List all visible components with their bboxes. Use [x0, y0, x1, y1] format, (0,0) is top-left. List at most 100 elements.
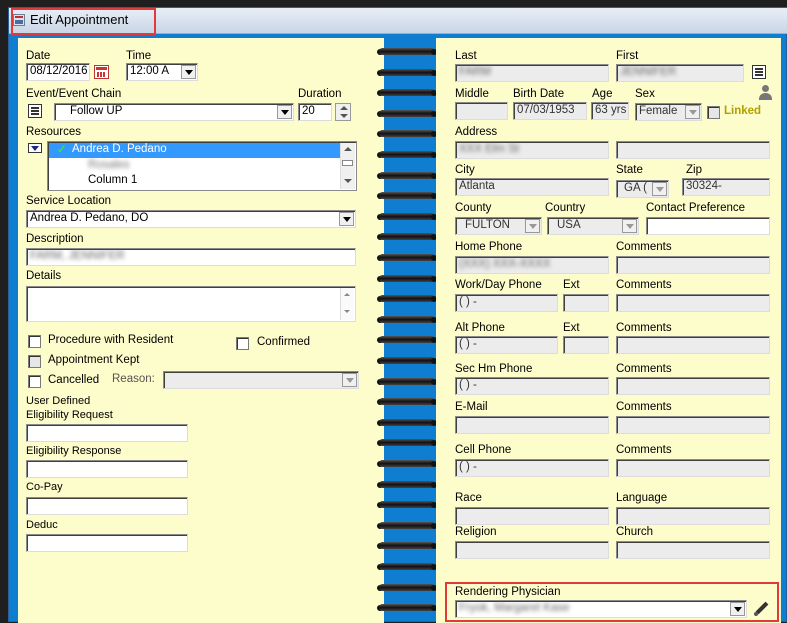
duration-spinner[interactable] — [335, 103, 351, 121]
deduc-input[interactable] — [26, 534, 188, 552]
pen-icon[interactable] — [752, 598, 772, 618]
linked-checkbox[interactable] — [707, 106, 720, 119]
work-ext-field[interactable] — [563, 294, 609, 312]
appointment-panel: Date Time 08/12/2016 12:00 A Event/Event… — [18, 38, 384, 623]
duration-label: Duration — [298, 88, 342, 100]
scroll-up-icon[interactable] — [344, 147, 352, 151]
eligibility-request-input[interactable] — [26, 424, 188, 442]
spiral-ring — [377, 374, 437, 390]
spiral-ring — [377, 65, 437, 81]
zip-field[interactable]: 30324- — [682, 178, 770, 196]
title-bar[interactable]: Edit Appointment — [9, 8, 787, 35]
chevron-down-icon[interactable] — [685, 105, 700, 119]
email-field[interactable] — [455, 416, 609, 434]
cell-phone-field[interactable]: ( ) - — [455, 459, 609, 477]
email-comments-field[interactable] — [616, 416, 770, 434]
state-label: State — [616, 164, 643, 176]
resources-scrollbar[interactable] — [340, 143, 355, 189]
patient-panel: Last First FARM JENNIFER Middle Birth Da… — [436, 38, 781, 623]
cancelled-checkbox[interactable] — [28, 375, 41, 388]
reason-select[interactable] — [163, 371, 359, 389]
chevron-down-icon[interactable] — [277, 105, 292, 119]
chevron-down-icon[interactable] — [652, 182, 667, 196]
details-scrollbar[interactable] — [340, 288, 354, 320]
spiral-ring — [377, 250, 437, 266]
spiral-ring — [377, 477, 437, 493]
resources-list[interactable]: ✓ Andrea D. Pedano Rosales Column 1 — [47, 141, 357, 191]
rendering-physician-select[interactable]: Fryok, Margaret Kase — [455, 600, 747, 618]
chevron-down-icon[interactable] — [342, 373, 357, 387]
spiral-ring — [377, 106, 437, 122]
date-field[interactable]: 08/12/2016 — [26, 63, 90, 81]
alt-phone-field[interactable]: ( ) - — [455, 336, 558, 354]
chevron-down-icon[interactable] — [181, 65, 196, 79]
home-phone-comments-field[interactable] — [616, 256, 770, 274]
time-select[interactable]: 12:00 A — [126, 63, 198, 81]
work-comments-field[interactable] — [616, 294, 770, 312]
procedure-checkbox[interactable] — [28, 335, 41, 348]
alt-ext-field[interactable] — [563, 336, 609, 354]
city-field[interactable]: Atlanta — [455, 178, 609, 196]
country-label: Country — [545, 202, 586, 214]
birth-date-label: Birth Date — [513, 88, 565, 100]
person-icon[interactable] — [758, 85, 772, 101]
middle-name-field[interactable] — [455, 102, 508, 120]
home-phone-field[interactable]: (XXX) XXX-XXXX — [455, 256, 609, 274]
race-label: Race — [455, 492, 482, 504]
zip-label: Zip — [686, 164, 702, 176]
race-field[interactable] — [455, 507, 609, 525]
sec-phone-field[interactable]: ( ) - — [455, 377, 609, 395]
spiral-ring — [377, 600, 437, 616]
spiral-ring — [377, 353, 437, 369]
chevron-down-icon[interactable] — [525, 219, 540, 233]
appointment-kept-checkbox[interactable] — [28, 355, 41, 368]
birth-date-field[interactable]: 07/03/1953 — [513, 102, 587, 120]
state-select[interactable]: GA ( — [616, 180, 669, 198]
chevron-down-icon[interactable] — [622, 219, 637, 233]
confirmed-checkbox[interactable] — [236, 337, 249, 350]
duration-input[interactable]: 20 — [298, 103, 332, 121]
alt-ext-label: Ext — [563, 322, 580, 334]
address-line2-field[interactable] — [616, 141, 770, 159]
spiral-ring — [377, 168, 437, 184]
dropdown-arrow-icon[interactable] — [28, 143, 42, 153]
county-select[interactable]: FULTON — [455, 217, 542, 235]
church-field[interactable] — [616, 541, 770, 559]
contact-preference-field[interactable] — [646, 217, 770, 235]
last-name-field[interactable]: FARM — [455, 64, 609, 82]
scroll-down-icon[interactable] — [344, 179, 352, 183]
description-input[interactable]: FARM, JENNIFER — [26, 248, 356, 266]
alt-comments-field[interactable] — [616, 336, 770, 354]
eligibility-response-input[interactable] — [26, 460, 188, 478]
language-field[interactable] — [616, 507, 770, 525]
resource-item-selected[interactable]: ✓ Andrea D. Pedano — [49, 143, 340, 158]
details-textarea[interactable] — [26, 286, 356, 322]
service-location-select[interactable]: Andrea D. Pedano, DO — [26, 210, 356, 228]
copay-input[interactable] — [26, 497, 188, 515]
event-select[interactable]: Follow UP — [54, 103, 294, 121]
religion-field[interactable] — [455, 541, 609, 559]
spiral-ring — [377, 538, 437, 554]
chevron-down-icon[interactable] — [730, 602, 745, 616]
sex-select[interactable]: Female — [635, 103, 702, 121]
chevron-down-icon[interactable] — [339, 212, 354, 226]
spiral-binding — [377, 38, 437, 623]
work-phone-field[interactable]: ( ) - — [455, 294, 558, 312]
cell-comments-label: Comments — [616, 444, 672, 456]
spiral-ring — [377, 415, 437, 431]
checkmark-icon: ✓ — [57, 144, 67, 156]
address-line1-field[interactable]: XXX Elm St — [455, 141, 609, 159]
patient-list-icon[interactable] — [752, 65, 766, 79]
cell-comments-field[interactable] — [616, 459, 770, 477]
resource-item[interactable]: Rosales — [88, 159, 130, 171]
first-name-field[interactable]: JENNIFER — [616, 64, 744, 82]
calendar-icon[interactable] — [94, 65, 109, 79]
scroll-thumb[interactable] — [342, 160, 353, 166]
spiral-ring — [377, 332, 437, 348]
age-field[interactable]: 63 yrs — [591, 102, 629, 120]
event-list-icon[interactable] — [28, 104, 42, 118]
country-select[interactable]: USA — [547, 217, 639, 235]
resource-item[interactable]: Column 1 — [88, 174, 137, 186]
work-ext-label: Ext — [563, 279, 580, 291]
sec-comments-field[interactable] — [616, 377, 770, 395]
